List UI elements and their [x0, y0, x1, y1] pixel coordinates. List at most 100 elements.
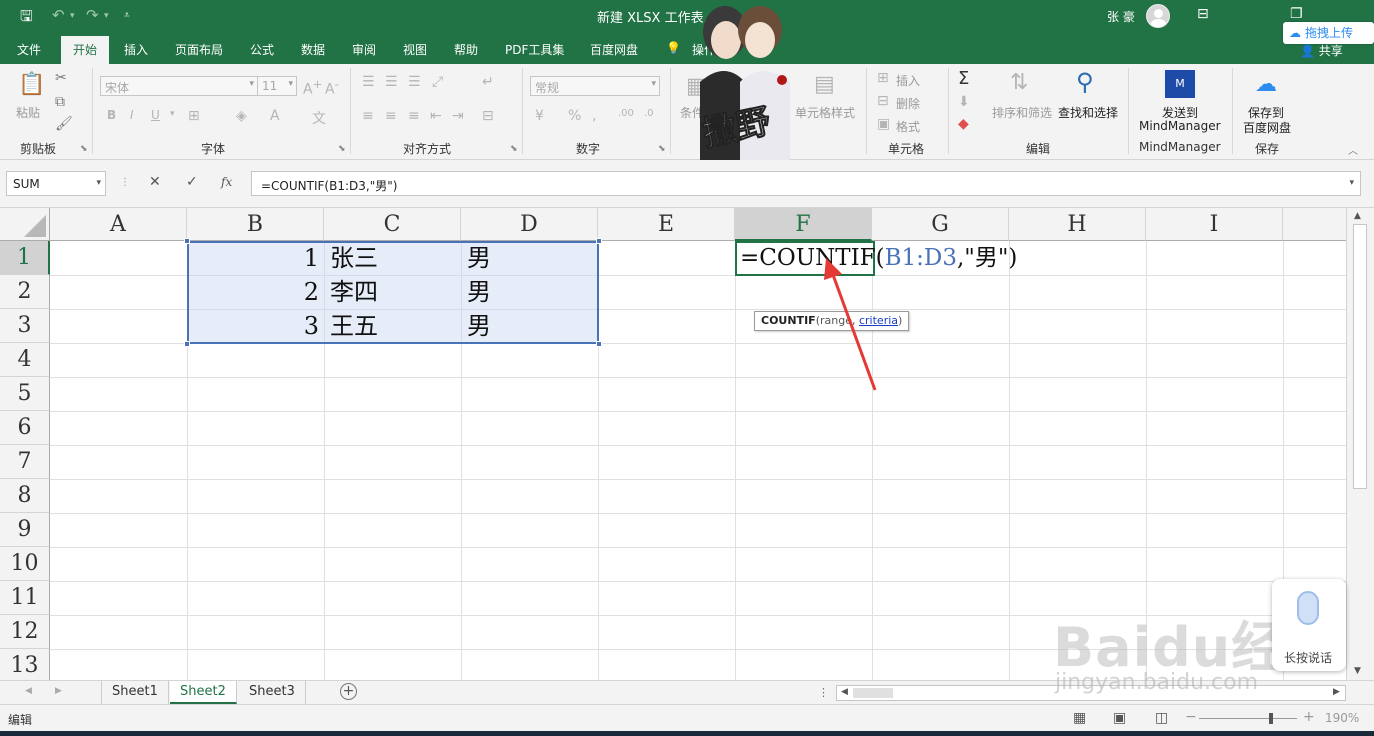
cell-d3[interactable]: 男	[461, 309, 598, 343]
scroll-down-icon[interactable]: ▼	[1354, 666, 1361, 676]
column-header-e[interactable]: E	[598, 208, 735, 241]
horizontal-scrollbar[interactable]: ◀ ▶	[836, 685, 1346, 701]
voice-input-button[interactable]: 长按说话	[1272, 579, 1346, 671]
fill-icon[interactable]: ⬇	[958, 94, 970, 110]
redo-dropdown-icon[interactable]: ▾	[104, 11, 109, 21]
align-center-icon[interactable]: ≡	[385, 108, 397, 124]
align-left-icon[interactable]: ≡	[362, 108, 374, 124]
font-launcher-icon[interactable]: ⬊	[338, 144, 346, 154]
scroll-up-icon[interactable]: ▲	[1354, 211, 1361, 221]
restore-icon[interactable]: ❐	[1290, 6, 1303, 22]
column-header-partial[interactable]	[1283, 208, 1346, 241]
name-box[interactable]: SUM ▾	[6, 171, 106, 196]
cell-c3[interactable]: 王五	[324, 309, 461, 343]
cell-b1[interactable]: 1	[187, 241, 324, 275]
decrease-decimal-icon[interactable]: .0	[644, 108, 654, 119]
insert-cells-icon[interactable]: ⊞	[877, 70, 889, 86]
cell-styles-icon[interactable]: ▤	[814, 72, 835, 97]
orientation-icon[interactable]: ⤢	[432, 74, 443, 90]
fill-color-icon[interactable]: ◈	[236, 108, 247, 124]
decrease-font-icon[interactable]: A-	[325, 77, 339, 98]
row-header-7[interactable]: 7	[0, 445, 50, 479]
tab-data[interactable]: 数据	[301, 41, 325, 58]
zoom-slider-knob[interactable]	[1269, 713, 1273, 724]
column-header-h[interactable]: H	[1009, 208, 1146, 241]
page-layout-view-icon[interactable]: ▣	[1113, 710, 1126, 726]
number-format-select[interactable]: 常规 ▾	[530, 76, 660, 96]
cancel-icon[interactable]: ✕	[149, 174, 161, 190]
cell-c2[interactable]: 李四	[324, 275, 461, 309]
bold-button[interactable]: B	[107, 108, 116, 122]
zoom-level[interactable]: 190%	[1325, 711, 1359, 725]
more-icon[interactable]: ⋮	[818, 686, 829, 699]
align-middle-icon[interactable]: ☰	[385, 74, 398, 90]
row-header-12[interactable]: 12	[0, 615, 50, 649]
font-color-icon[interactable]: A	[270, 108, 280, 124]
row-header-4[interactable]: 4	[0, 343, 50, 377]
scrollbar-thumb[interactable]	[853, 688, 893, 698]
undo-dropdown-icon[interactable]: ▾	[70, 11, 75, 21]
save-netdisk-button-line2[interactable]: 百度网盘	[1243, 119, 1291, 136]
cell-b3[interactable]: 3	[187, 309, 324, 343]
ribbon-display-icon[interactable]: ⊟	[1197, 6, 1209, 22]
insert-function-button[interactable]: fx	[221, 175, 232, 189]
share-button[interactable]: 👤 共享	[1300, 42, 1343, 59]
chevron-down-icon[interactable]: ▾	[170, 109, 175, 119]
comma-style-icon[interactable]: ,	[592, 108, 596, 124]
tab-file[interactable]: 文件	[17, 41, 41, 58]
row-header-11[interactable]: 11	[0, 581, 50, 615]
row-header-2[interactable]: 2	[0, 275, 50, 309]
merge-center-icon[interactable]: ⊟	[482, 108, 494, 124]
save-icon[interactable]: 🖫	[20, 6, 33, 31]
column-header-f[interactable]: F	[735, 208, 872, 241]
enter-icon[interactable]: ✓	[186, 174, 198, 190]
scroll-left-icon[interactable]: ◀	[841, 687, 848, 697]
scroll-right-icon[interactable]: ▶	[1333, 687, 1340, 697]
column-header-i[interactable]: I	[1146, 208, 1283, 241]
add-sheet-button[interactable]: +	[340, 683, 357, 700]
tab-insert[interactable]: 插入	[124, 41, 148, 58]
paste-icon[interactable]: 📋	[18, 72, 45, 97]
increase-font-icon[interactable]: A+	[303, 77, 322, 98]
autosum-icon[interactable]: Σ	[958, 68, 969, 89]
collapse-ribbon-icon[interactable]: ︿	[1348, 142, 1358, 157]
row-header-6[interactable]: 6	[0, 411, 50, 445]
select-all-button[interactable]	[0, 208, 50, 241]
tooltip-function-name[interactable]: COUNTIF	[761, 314, 816, 327]
worksheet-grid[interactable]: A B C D E F G H I 1 2 3 4 5 6 7 8 9 10 1…	[0, 208, 1346, 680]
scrollbar-thumb[interactable]	[1353, 224, 1367, 489]
column-header-g[interactable]: G	[872, 208, 1009, 241]
align-right-icon[interactable]: ≡	[408, 108, 420, 124]
mindmanager-icon[interactable]: M	[1165, 70, 1195, 98]
insert-cells-button[interactable]: 插入	[896, 72, 920, 89]
cell-styles-button[interactable]: 单元格样式	[795, 104, 855, 121]
column-header-c[interactable]: C	[324, 208, 461, 241]
column-header-d[interactable]: D	[461, 208, 598, 241]
tab-help[interactable]: 帮助	[454, 41, 478, 58]
alignment-launcher-icon[interactable]: ⬊	[510, 144, 518, 154]
cell-c1[interactable]: 张三	[324, 241, 461, 275]
paste-button[interactable]: 粘贴	[16, 104, 40, 121]
percent-icon[interactable]: %	[568, 108, 581, 124]
redo-icon[interactable]: ↷	[86, 6, 99, 24]
sort-filter-button[interactable]: 排序和筛选	[992, 104, 1052, 121]
page-break-view-icon[interactable]: ◫	[1155, 710, 1168, 726]
zoom-out-icon[interactable]: −	[1185, 709, 1197, 725]
tab-review[interactable]: 审阅	[352, 41, 376, 58]
format-cells-button[interactable]: 格式	[896, 118, 920, 135]
normal-view-icon[interactable]: ▦	[1073, 710, 1086, 726]
baidu-netdisk-icon[interactable]: ☁	[1255, 72, 1277, 97]
row-header-1[interactable]: 1	[0, 241, 50, 275]
vertical-scrollbar[interactable]: ▲ ▼	[1346, 208, 1374, 680]
sheet-tab-sheet2[interactable]: Sheet2	[170, 681, 237, 704]
border-icon[interactable]: ⊞	[188, 108, 200, 124]
find-select-button[interactable]: 查找和选择	[1058, 104, 1118, 121]
column-header-b[interactable]: B	[187, 208, 324, 241]
row-header-5[interactable]: 5	[0, 377, 50, 411]
customize-toolbar-icon[interactable]: ⩡	[124, 10, 130, 21]
increase-indent-icon[interactable]: ⇥	[452, 108, 464, 124]
delete-cells-icon[interactable]: ⊟	[877, 93, 889, 109]
cell-d1[interactable]: 男	[461, 241, 598, 275]
sort-filter-icon[interactable]: ⇅	[1010, 70, 1028, 95]
send-mindmanager-button-line2[interactable]: MindManager	[1139, 119, 1221, 133]
